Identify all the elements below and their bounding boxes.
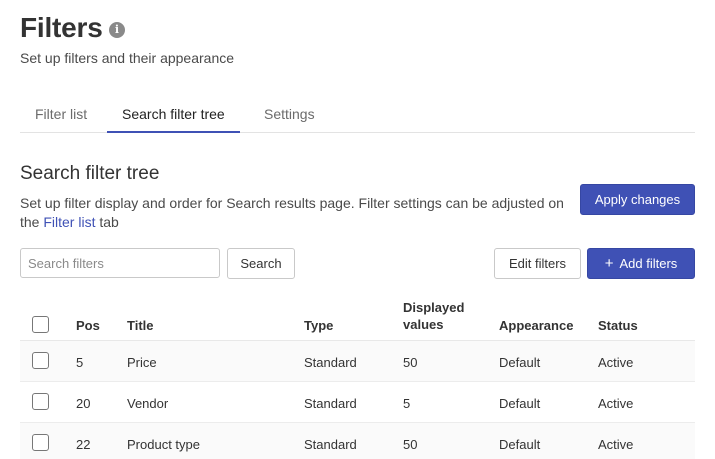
header-displayed-line2: values <box>403 317 444 332</box>
search-input[interactable] <box>20 248 220 278</box>
apply-changes-button[interactable]: Apply changes <box>580 184 695 215</box>
row-type: Standard <box>304 396 357 411</box>
table-row[interactable]: 5 Price Standard 50 Default Active <box>20 341 695 382</box>
row-title[interactable]: Product type <box>127 437 200 452</box>
row-title[interactable]: Vendor <box>127 396 168 411</box>
tab-filter-list[interactable]: Filter list <box>20 104 102 133</box>
row-displayed: 5 <box>403 396 411 411</box>
row-checkbox[interactable] <box>32 352 49 369</box>
plus-icon: + <box>604 255 614 272</box>
section-description: Set up filter display and order for Sear… <box>20 194 580 232</box>
page-title: Filters <box>20 12 103 43</box>
section-title: Search filter tree <box>20 163 160 184</box>
tab-settings[interactable]: Settings <box>249 104 330 133</box>
add-filters-button[interactable]: + Add filters <box>587 248 695 279</box>
table-row[interactable]: 20 Vendor Standard 5 Default Active <box>20 382 695 423</box>
row-appearance: Default <box>499 437 541 452</box>
row-pos: 5 <box>76 355 84 370</box>
header-status[interactable]: Status <box>598 317 638 334</box>
row-title[interactable]: Price <box>127 355 157 370</box>
header-pos[interactable]: Pos <box>76 317 100 334</box>
row-pos: 22 <box>76 437 91 452</box>
header-appearance[interactable]: Appearance <box>499 317 573 334</box>
row-pos: 20 <box>76 396 91 411</box>
row-type: Standard <box>304 437 357 452</box>
info-icon[interactable]: i <box>109 22 125 38</box>
description-text-end: tab <box>95 214 119 230</box>
row-type: Standard <box>304 355 357 370</box>
row-displayed: 50 <box>403 355 418 370</box>
table-row[interactable]: 22 Product type Standard 50 Default Acti… <box>20 423 695 459</box>
header-displayed-values[interactable]: Displayed values <box>403 299 464 333</box>
filters-table: Pos Title Type Displayed values Appearanc… <box>20 296 695 459</box>
header-title[interactable]: Title <box>127 317 154 334</box>
row-status: Active <box>598 396 634 411</box>
row-status: Active <box>598 355 634 370</box>
tab-bar: Filter list Search filter tree Settings <box>20 104 695 133</box>
row-displayed: 50 <box>403 437 418 452</box>
search-button[interactable]: Search <box>227 248 295 279</box>
add-filters-label: Add filters <box>619 256 678 271</box>
row-appearance: Default <box>499 355 541 370</box>
edit-filters-button[interactable]: Edit filters <box>494 248 581 279</box>
row-checkbox[interactable] <box>32 393 49 410</box>
tab-search-filter-tree[interactable]: Search filter tree <box>107 104 240 133</box>
row-checkbox[interactable] <box>32 434 49 451</box>
filter-list-link[interactable]: Filter list <box>43 214 95 230</box>
header-displayed-line1: Displayed <box>403 300 465 315</box>
table-header: Pos Title Type Displayed values Appearanc… <box>20 296 695 341</box>
header-type[interactable]: Type <box>304 317 333 334</box>
row-status: Active <box>598 437 634 452</box>
row-appearance: Default <box>499 396 541 411</box>
page-subtitle: Set up filters and their appearance <box>20 50 235 66</box>
select-all-checkbox[interactable] <box>32 316 49 333</box>
